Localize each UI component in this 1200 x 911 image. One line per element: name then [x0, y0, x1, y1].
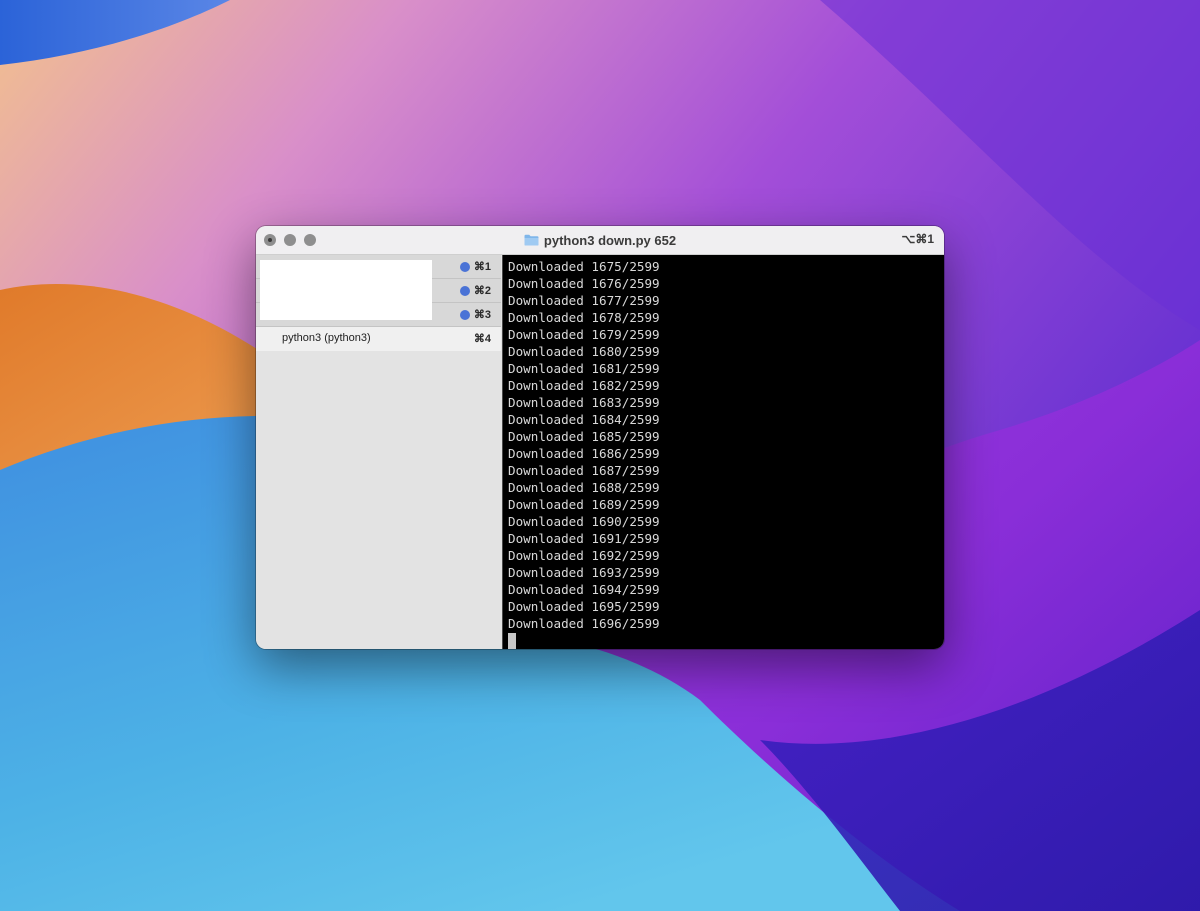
terminal-line: Downloaded 1691/2599 [508, 531, 660, 546]
terminal-line: Downloaded 1680/2599 [508, 344, 660, 359]
window-title-group: python3 down.py 652 [256, 226, 944, 254]
terminal-line: Downloaded 1682/2599 [508, 378, 660, 393]
terminal-line: Downloaded 1693/2599 [508, 565, 660, 580]
session-label: python3 (python3) [282, 332, 371, 344]
terminal-line: Downloaded 1685/2599 [508, 429, 660, 444]
terminal-output[interactable]: Downloaded 1675/2599 Downloaded 1676/259… [502, 255, 944, 649]
terminal-line: Downloaded 1677/2599 [508, 293, 660, 308]
terminal-line: Downloaded 1678/2599 [508, 310, 660, 325]
terminal-line: Downloaded 1684/2599 [508, 412, 660, 427]
blue-dot-icon [460, 310, 470, 320]
terminal-line: Downloaded 1692/2599 [508, 548, 660, 563]
terminal-line: Downloaded 1679/2599 [508, 327, 660, 342]
terminal-line: Downloaded 1683/2599 [508, 395, 660, 410]
window-title: python3 down.py 652 [543, 232, 677, 248]
terminal-line: Downloaded 1690/2599 [508, 514, 660, 529]
terminal-lines: Downloaded 1675/2599 Downloaded 1676/259… [508, 258, 944, 632]
terminal-window: python3 down.py 652 ⌥⌘1 ⌘1 ⌘2 ⌘3 python3… [256, 226, 944, 649]
folder-icon [524, 234, 539, 246]
session-shortcut: ⌘1 [473, 261, 491, 273]
terminal-line: Downloaded 1675/2599 [508, 259, 660, 274]
terminal-cursor [508, 633, 516, 649]
terminal-line: Downloaded 1676/2599 [508, 276, 660, 291]
blue-dot-icon [460, 286, 470, 296]
title-bar[interactable]: python3 down.py 652 ⌥⌘1 [256, 226, 944, 255]
blue-dot-icon [460, 262, 470, 272]
terminal-line: Downloaded 1695/2599 [508, 599, 660, 614]
session-sidebar: ⌘1 ⌘2 ⌘3 python3 (python3) ⌘4 [256, 255, 501, 649]
terminal-line: Downloaded 1688/2599 [508, 480, 660, 495]
terminal-line: Downloaded 1689/2599 [508, 497, 660, 512]
terminal-line: Downloaded 1696/2599 [508, 616, 660, 631]
terminal-line: Downloaded 1681/2599 [508, 361, 660, 376]
terminal-line: Downloaded 1694/2599 [508, 582, 660, 597]
session-item-4[interactable]: python3 (python3) ⌘4 [256, 327, 501, 351]
terminal-line: Downloaded 1687/2599 [508, 463, 660, 478]
session-shortcut: ⌘4 [473, 333, 491, 345]
redaction-box [260, 260, 432, 320]
window-shortcut: ⌥⌘1 [901, 232, 934, 246]
terminal-line: Downloaded 1686/2599 [508, 446, 660, 461]
session-shortcut: ⌘2 [473, 285, 491, 297]
session-shortcut: ⌘3 [473, 309, 491, 321]
